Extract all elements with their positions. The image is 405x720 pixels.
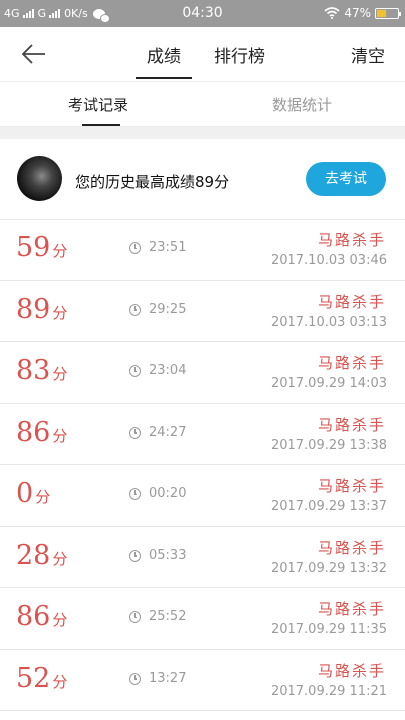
record-row[interactable]: 86 分 25:52 马路杀手 2017.09.29 11:35	[0, 588, 405, 650]
score: 28 分	[16, 540, 67, 571]
duration: 25:52	[149, 609, 187, 624]
exam-date: 2017.09.29 13:32	[270, 560, 387, 576]
score-unit: 分	[52, 672, 68, 691]
record-row[interactable]: 0分 00:20 马路杀手 2017.09.29 13:37	[0, 465, 405, 527]
exam-record-list: 59 分 23:51 马路杀手 2017.10.03 03:46 89 分 29:2…	[0, 219, 405, 711]
rank-title: 马路杀手	[317, 231, 386, 249]
active-tab-indicator	[136, 77, 192, 79]
clock-icon	[129, 488, 141, 500]
clock-icon	[129, 242, 141, 254]
status-right: 47%	[324, 6, 401, 20]
duration: 13:27	[149, 670, 187, 686]
score-value: 86	[16, 416, 51, 448]
score-value: 86	[16, 601, 51, 632]
exam-date: 2017.10.03 03:13	[270, 314, 387, 330]
record-row[interactable]: 89 分 29:25 马路杀手 2017.10.03 03:13	[0, 281, 405, 342]
record-row[interactable]: 59 分 23:51 马路杀手 2017.10.03 03:46	[0, 219, 405, 281]
score-value: 59	[16, 232, 51, 263]
record-row[interactable]: 83 分 23:04 马路杀手 2017.09.29 14:03	[0, 342, 405, 404]
exam-date: 2017.09.29 13:38	[270, 437, 387, 453]
score-value: 89	[16, 293, 51, 325]
wifi-icon	[324, 7, 340, 19]
tab-scores[interactable]: 成绩	[147, 42, 181, 67]
rank-title: 马路杀手	[317, 477, 386, 495]
duration: 00:20	[149, 486, 187, 501]
top-nav: 成绩 排行榜 清空	[0, 27, 405, 82]
score-value: 52	[16, 662, 51, 694]
score: 86 分	[16, 601, 67, 632]
duration: 23:04	[149, 363, 187, 378]
exam-date: 2017.09.29 14:03	[270, 376, 387, 391]
clock-icon	[129, 611, 141, 623]
record-row[interactable]: 28 分 05:33 马路杀手 2017.09.29 13:32	[0, 527, 405, 588]
back-arrow-icon[interactable]	[18, 39, 48, 69]
clear-button[interactable]: 清空	[351, 42, 385, 67]
tab-data-stats[interactable]: 数据统计	[272, 94, 332, 115]
score: 59 分	[16, 232, 67, 263]
exam-date: 2017.09.29 11:35	[270, 622, 387, 637]
score-unit: 分	[52, 303, 68, 322]
rank-title: 马路杀手	[317, 354, 386, 372]
score-value: 0	[16, 478, 34, 509]
score-unit: 分	[52, 611, 68, 629]
score-unit: 分	[52, 549, 68, 568]
status-bar: 4G G 0K/s 04:30 47%	[0, 0, 405, 27]
score-value: 83	[16, 355, 51, 386]
exam-date: 2017.09.29 13:37	[270, 499, 387, 514]
clock-icon	[129, 365, 141, 377]
sub-tabs: 考试记录 数据统计	[0, 82, 405, 127]
score: 52 分	[16, 663, 67, 694]
section-divider	[0, 127, 405, 139]
score: 89 分	[16, 294, 67, 325]
clock-icon	[129, 549, 141, 562]
score: 86 分	[16, 417, 67, 448]
clock-icon	[129, 303, 141, 316]
score-unit: 分	[35, 488, 51, 506]
duration: 05:33	[149, 547, 187, 563]
profile-summary: 您的历史最高成绩89分 去考试	[0, 139, 405, 220]
active-subtab-indicator	[82, 124, 120, 126]
battery-percent: 47%	[344, 6, 371, 20]
rank-title: 马路杀手	[317, 661, 386, 680]
take-exam-button[interactable]: 去考试	[306, 162, 386, 196]
exam-date: 2017.10.03 03:46	[270, 253, 387, 268]
record-row[interactable]: 86 分 24:27 马路杀手 2017.09.29 13:38	[0, 404, 405, 465]
rank-title: 马路杀手	[317, 600, 386, 618]
duration: 29:25	[149, 301, 187, 317]
clock-icon	[129, 672, 141, 685]
score: 83 分	[16, 355, 67, 386]
battery-icon	[375, 7, 401, 19]
avatar[interactable]	[17, 156, 62, 201]
score-unit: 分	[52, 242, 68, 260]
rank-title: 马路杀手	[317, 292, 386, 311]
tab-exam-records[interactable]: 考试记录	[68, 94, 128, 115]
score-value: 28	[16, 539, 51, 571]
score: 0分	[16, 478, 50, 509]
duration: 24:27	[149, 424, 187, 440]
rank-title: 马路杀手	[317, 415, 386, 434]
record-row[interactable]: 52 分 13:27 马路杀手 2017.09.29 11:21	[0, 650, 405, 711]
best-score-text: 您的历史最高成绩89分	[75, 173, 230, 191]
score-unit: 分	[52, 365, 68, 383]
duration: 23:51	[149, 240, 187, 255]
tab-ranking[interactable]: 排行榜	[214, 42, 265, 67]
clock-icon	[129, 426, 141, 439]
rank-title: 马路杀手	[317, 538, 386, 557]
exam-date: 2017.09.29 11:21	[270, 683, 387, 699]
score-unit: 分	[52, 426, 68, 445]
